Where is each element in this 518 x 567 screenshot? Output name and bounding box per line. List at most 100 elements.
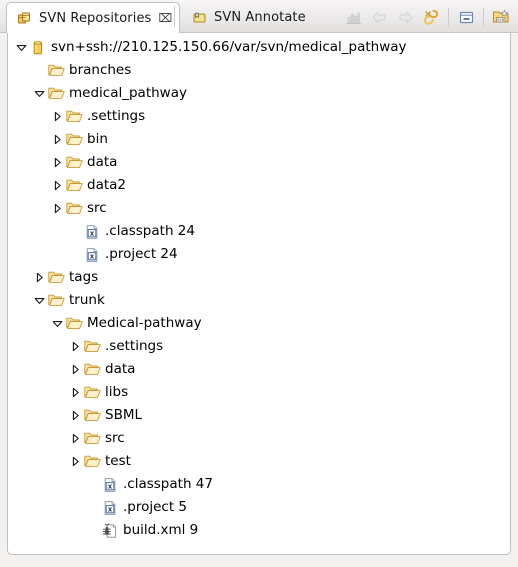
tree-item[interactable]: data <box>8 358 510 381</box>
tab-bar: SVN Repositories ⌧ SVN Annotate SVN <box>0 0 518 33</box>
tree-item[interactable]: Medical-pathway <box>8 312 510 335</box>
tree-item-label: .classpath 24 <box>105 222 195 239</box>
chevron-down-icon[interactable] <box>31 289 47 312</box>
tab-divider <box>174 6 175 27</box>
tree-item-label: src <box>87 199 107 216</box>
folder-icon <box>65 107 83 127</box>
tree-item[interactable]: .classpath 24 <box>8 220 510 243</box>
tab-svn-annotate[interactable]: SVN Annotate <box>182 2 313 33</box>
tree-item-label: .project 24 <box>105 245 178 262</box>
tree-item-label: medical_pathway <box>69 84 187 101</box>
tree-item[interactable]: SBML <box>8 404 510 427</box>
chevron-right-icon[interactable] <box>67 450 83 473</box>
chevron-right-icon[interactable] <box>67 358 83 381</box>
tab-svn-repositories[interactable]: SVN Repositories ⌧ <box>6 2 181 33</box>
xml-file-icon <box>83 222 101 242</box>
xml-file-icon <box>83 245 101 265</box>
tree-item[interactable]: branches <box>8 59 510 82</box>
tree-twisty-placeholder <box>85 473 101 496</box>
tree-item[interactable]: src <box>8 427 510 450</box>
folder-icon <box>47 84 65 104</box>
chevron-right-icon[interactable] <box>49 105 65 128</box>
tree-item-label: tags <box>69 268 99 285</box>
back-arrow-icon[interactable] <box>366 4 392 30</box>
chevron-right-icon[interactable] <box>67 335 83 358</box>
chevron-right-icon[interactable] <box>67 381 83 404</box>
chevron-right-icon[interactable] <box>49 197 65 220</box>
tree-item[interactable]: data <box>8 151 510 174</box>
folder-icon <box>47 268 65 288</box>
folder-icon <box>47 291 65 311</box>
tree-item-label: data2 <box>87 176 126 193</box>
tree-item[interactable]: bin <box>8 128 510 151</box>
folder-icon <box>65 176 83 196</box>
tree-twisty-placeholder <box>85 496 101 519</box>
svn-annotate-icon <box>190 8 208 28</box>
tree-item-label: .settings <box>87 107 146 124</box>
tree-twisty-placeholder <box>67 220 83 243</box>
tree-item-label: data <box>105 360 136 377</box>
tree-item[interactable]: build.xml 9 <box>8 519 510 542</box>
folder-icon <box>47 61 65 81</box>
tree-item[interactable]: data2 <box>8 174 510 197</box>
chevron-right-icon[interactable] <box>67 427 83 450</box>
folder-icon <box>83 360 101 380</box>
chevron-down-icon[interactable] <box>13 36 29 59</box>
folder-icon <box>65 153 83 173</box>
tree-item-label: test <box>105 452 131 469</box>
chevron-right-icon[interactable] <box>49 174 65 197</box>
new-repository-location-icon[interactable]: SVN <box>488 4 514 30</box>
chevron-right-icon[interactable] <box>67 404 83 427</box>
tree-item[interactable]: svn+ssh://210.125.150.66/var/svn/medical… <box>8 36 510 59</box>
histogram-icon[interactable] <box>340 4 366 30</box>
tree-item[interactable]: test <box>8 450 510 473</box>
tree-item-label: Medical-pathway <box>87 314 202 331</box>
svn-repositories-view: SVN Repositories ⌧ SVN Annotate SVN svn+… <box>0 0 518 567</box>
svg-text:SVN: SVN <box>497 18 505 22</box>
folder-icon <box>65 314 83 334</box>
tree-item-label: libs <box>105 383 129 400</box>
tree-item-label: bin <box>87 130 108 147</box>
collapse-all-icon[interactable] <box>453 4 479 30</box>
folder-icon <box>83 452 101 472</box>
folder-icon <box>83 383 101 403</box>
tree-item[interactable]: trunk <box>8 289 510 312</box>
tree-item-label: svn+ssh://210.125.150.66/var/svn/medical… <box>51 38 407 55</box>
tree-item[interactable]: tags <box>8 266 510 289</box>
ant-build-file-icon <box>101 521 119 541</box>
tree-item-label: .settings <box>105 337 164 354</box>
tree-item[interactable]: .classpath 47 <box>8 473 510 496</box>
repositories-tree-panel[interactable]: svn+ssh://210.125.150.66/var/svn/medical… <box>7 33 511 555</box>
tree-item-label: build.xml 9 <box>123 521 199 538</box>
svn-repositories-icon <box>15 8 33 28</box>
tree-item[interactable]: medical_pathway <box>8 82 510 105</box>
tab-svn-repositories-label: SVN Repositories <box>39 10 152 26</box>
tree-item[interactable]: .settings <box>8 105 510 128</box>
tree-item[interactable]: .project 24 <box>8 243 510 266</box>
chevron-down-icon[interactable] <box>31 82 47 105</box>
chevron-down-icon[interactable] <box>49 312 65 335</box>
close-icon[interactable]: ⌧ <box>158 12 172 24</box>
tree-item[interactable]: src <box>8 197 510 220</box>
chevron-right-icon[interactable] <box>49 151 65 174</box>
xml-file-icon <box>101 475 119 495</box>
forward-arrow-icon[interactable] <box>392 4 418 30</box>
tree-item-label: src <box>105 429 125 446</box>
refresh-links-icon[interactable] <box>418 4 444 30</box>
tree-twisty-placeholder <box>67 243 83 266</box>
tree-item-label: .project 5 <box>123 498 188 515</box>
view-toolbar: SVN <box>340 3 514 31</box>
tree-twisty-placeholder <box>31 59 47 82</box>
tab-svn-annotate-label: SVN Annotate <box>214 10 306 25</box>
tree-item[interactable]: .project 5 <box>8 496 510 519</box>
tree-item[interactable]: libs <box>8 381 510 404</box>
tree-item[interactable]: .settings <box>8 335 510 358</box>
tree-item-label: SBML <box>105 406 142 423</box>
chevron-right-icon[interactable] <box>31 266 47 289</box>
chevron-right-icon[interactable] <box>49 128 65 151</box>
folder-icon <box>65 130 83 150</box>
tree-item-label: .classpath 47 <box>123 475 213 492</box>
repository-icon <box>29 38 47 58</box>
tree-item-label: branches <box>69 61 132 78</box>
repositories-tree: svn+ssh://210.125.150.66/var/svn/medical… <box>8 33 510 542</box>
